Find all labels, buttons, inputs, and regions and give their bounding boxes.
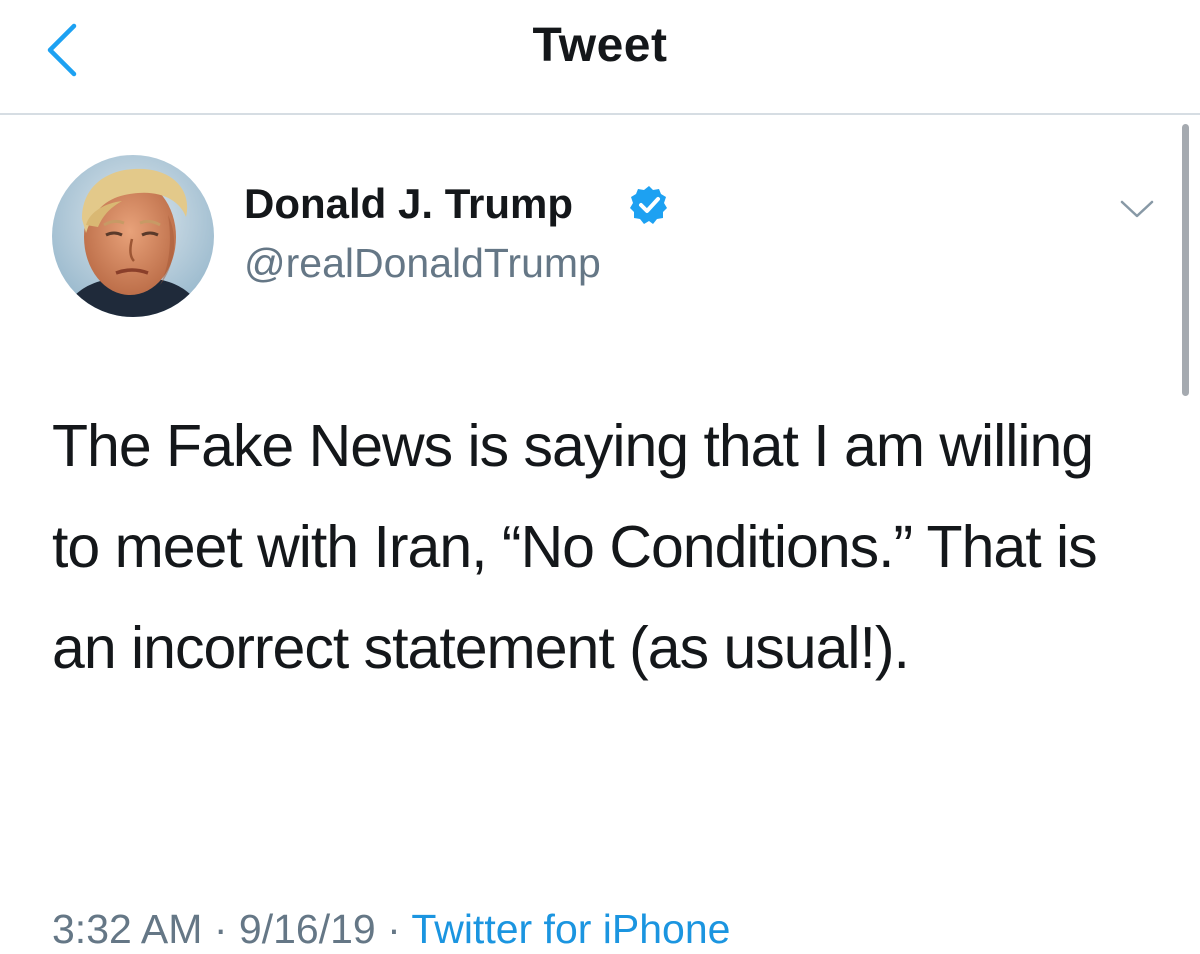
verified-badge-icon <box>630 186 667 224</box>
tweet-source-link[interactable]: Twitter for iPhone <box>411 906 730 952</box>
tweet-date: 9/16/19 <box>238 906 376 952</box>
page-title: Tweet <box>532 19 668 72</box>
meta-separator: · <box>387 906 401 952</box>
tweet-time: 3:32 AM <box>52 906 203 952</box>
avatar[interactable] <box>52 155 214 317</box>
avatar-portrait <box>52 155 214 317</box>
meta-separator: · <box>213 906 228 952</box>
tweet-options-button[interactable] <box>1114 192 1160 224</box>
scrollbar[interactable] <box>1182 124 1189 396</box>
author-handle[interactable]: @realDonaldTrump <box>244 240 601 287</box>
tweet-metadata: 3:32 AM · 9/16/19 · Twitter for iPhone <box>52 906 730 953</box>
author-display-name[interactable]: Donald J. Trump <box>244 180 573 228</box>
top-navigation-bar: Tweet <box>0 0 1200 115</box>
tweet-text: The Fake News is saying that I am willin… <box>52 413 1098 681</box>
chevron-down-icon <box>1120 200 1154 218</box>
